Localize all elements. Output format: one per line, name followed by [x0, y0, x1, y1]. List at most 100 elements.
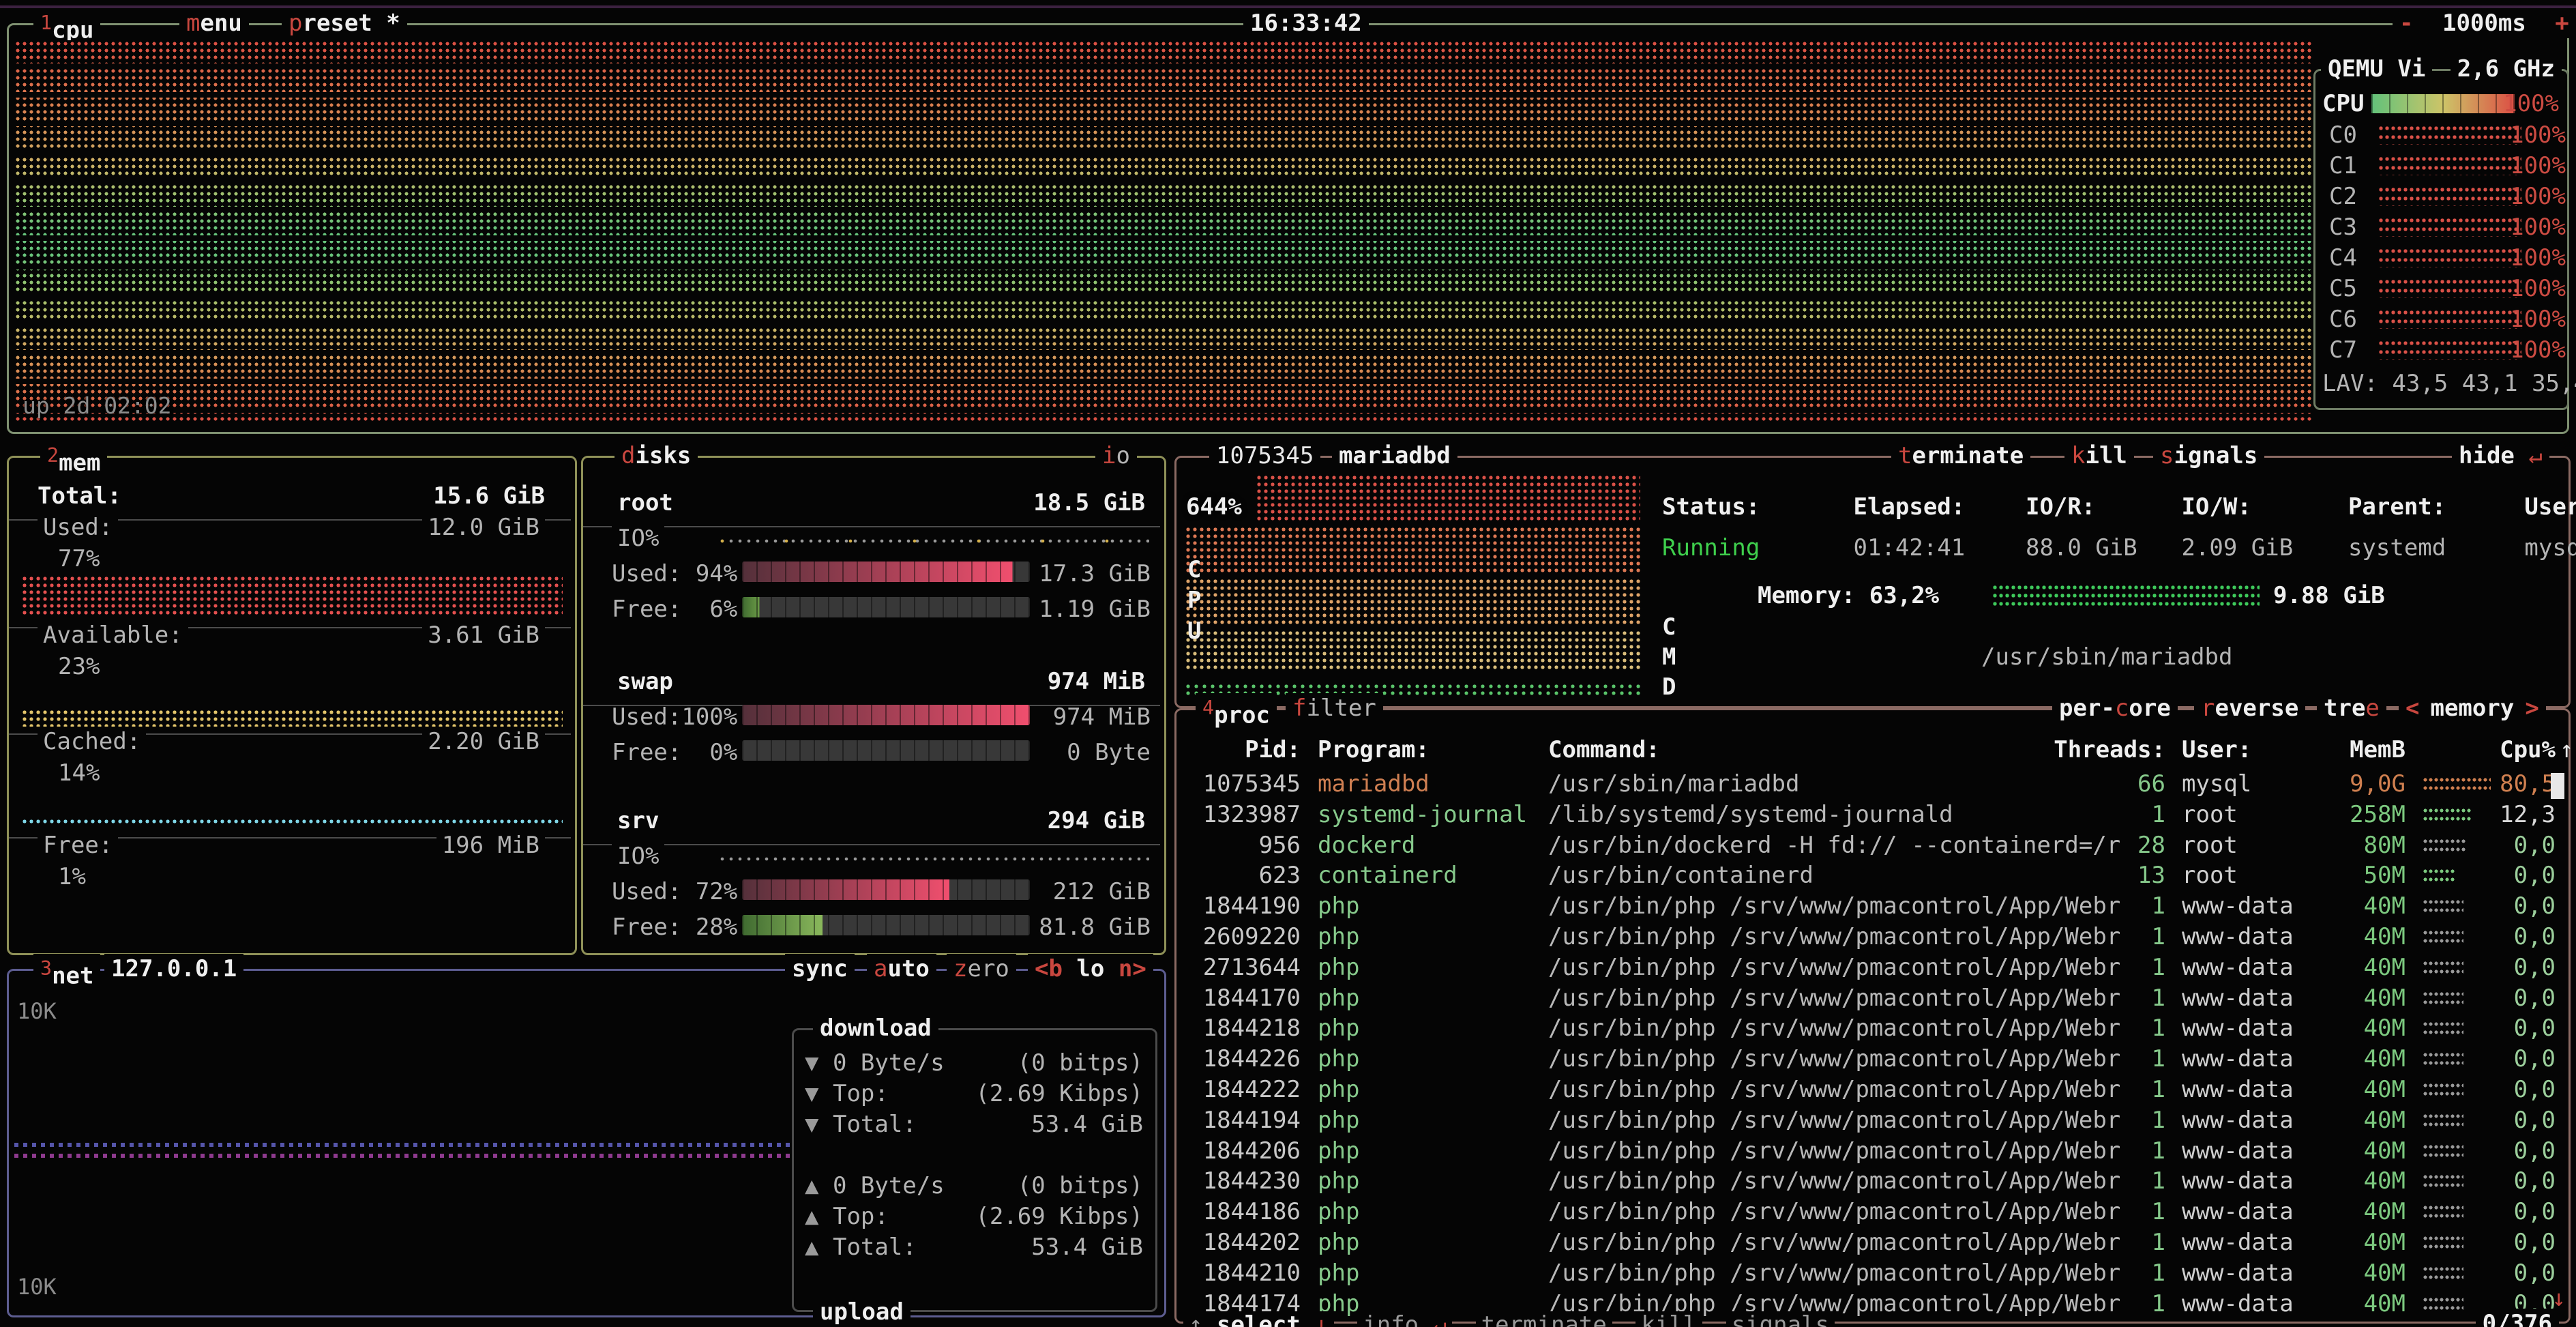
detail-graph-letter-c: C — [1187, 556, 1201, 583]
table-row[interactable]: 1844222 php /usr/bin/php /srv/www/pmacon… — [1185, 1075, 2560, 1105]
disks-io-toggle[interactable]: io — [1095, 441, 1137, 471]
menu-button[interactable]: menu — [179, 8, 249, 38]
table-row[interactable]: 1844202 php /usr/bin/php /srv/www/pmacon… — [1185, 1227, 2560, 1258]
upload-speed-icon: ▲ — [805, 1172, 818, 1199]
disk-root-free-value: 1.19 GiB — [1039, 596, 1151, 623]
col-mem[interactable]: MemB — [2290, 736, 2405, 763]
detail-field-user: User:mysql — [2524, 493, 2576, 562]
col-command[interactable]: Command: — [1548, 736, 1660, 763]
mem-box-title[interactable]: 2mem — [40, 441, 107, 478]
table-row[interactable]: 623 containerd /usr/bin/containerd 13 ro… — [1185, 860, 2560, 891]
scroll-up-icon[interactable]: ↑ — [2560, 736, 2573, 763]
cpu-core-row: C0 100% — [2329, 120, 2567, 151]
table-row[interactable]: 956 dockerd /usr/bin/dockerd -H fd:// --… — [1185, 830, 2560, 861]
proc-tree-button[interactable]: tree — [2317, 693, 2386, 723]
col-program[interactable]: Program: — [1318, 736, 1430, 763]
detail-kill-button[interactable]: kill — [2064, 441, 2134, 471]
kill-button[interactable]: kill — [1635, 1311, 1702, 1327]
disk-swap-name: swap — [612, 668, 679, 695]
select-control[interactable]: ↑ select ↓ — [1183, 1311, 1334, 1327]
detail-field-elapsed: Elapsed:01:42:41 — [1853, 493, 2011, 562]
proc-reverse-button[interactable]: reverse — [2194, 693, 2305, 723]
mem-total-value: 15.6 GiB — [433, 482, 545, 510]
cpu-mini-meter — [2423, 1236, 2463, 1252]
disks-box-title[interactable]: disks — [615, 441, 698, 471]
mem-used-value: 12.0 GiB — [422, 514, 545, 541]
table-row[interactable]: 1844230 php /usr/bin/php /srv/www/pmacon… — [1185, 1166, 2560, 1197]
mem-cached-label: Cached: — [38, 728, 146, 755]
download-total-label: Total: — [833, 1111, 917, 1138]
net-auto-button[interactable]: auto — [867, 954, 936, 984]
cpu-model: QEMU Vi — [2321, 54, 2432, 84]
cpu-uptime: up 2d 02:02 — [23, 392, 172, 419]
info-button[interactable]: info ↵ — [1357, 1311, 1452, 1327]
interval-decrease-button[interactable]: - — [2399, 10, 2413, 37]
disk-root-io-graph — [720, 538, 1149, 544]
core-meter — [2378, 218, 2521, 237]
detail-memory-value: 9.88 GiB — [2273, 582, 2385, 609]
net-interface[interactable]: 127.0.0.1 — [104, 954, 243, 984]
net-zero-button[interactable]: zero — [947, 954, 1016, 984]
disk-srv-name: srv — [612, 807, 664, 834]
detail-field-io-read: IO/R:88.0 GiB — [2026, 493, 2167, 562]
table-row[interactable]: 1075345 mariadbd /usr/sbin/mariadbd 66 m… — [1185, 769, 2560, 800]
cpu-core-row: C5 100% — [2329, 274, 2567, 304]
detail-pid: 1075345 — [1209, 441, 1320, 471]
col-cpu[interactable]: Cpu% — [2484, 736, 2556, 763]
cpu-core-row: C4 100% — [2329, 243, 2567, 274]
net-sync-button[interactable]: sync — [785, 954, 855, 984]
col-pid[interactable]: Pid: — [1185, 736, 1301, 763]
detail-hide-button[interactable]: hide ↵ — [2452, 441, 2549, 471]
mem-used-label: Used: — [38, 514, 118, 541]
detail-graph-letter-p: P — [1187, 587, 1201, 614]
terminate-button[interactable]: terminate — [1476, 1311, 1612, 1327]
disk-srv-used-label: Used: 72% — [612, 878, 737, 905]
detail-cmdline: /usr/sbin/mariadbd — [1981, 643, 2232, 671]
table-row[interactable]: 1844194 php /usr/bin/php /srv/www/pmacon… — [1185, 1105, 2560, 1136]
interval-increase-button[interactable]: + — [2555, 10, 2568, 37]
detail-field-io-write: IO/W:2.09 GiB — [2181, 493, 2334, 562]
update-interval: - 1000ms + — [2393, 8, 2576, 38]
table-row[interactable]: 2609220 php /usr/bin/php /srv/www/pmacon… — [1185, 922, 2560, 952]
download-total-icon: ▼ — [805, 1111, 818, 1138]
proc-table: 1075345 mariadbd /usr/sbin/mariadbd 66 m… — [1185, 769, 2560, 1319]
disk-srv-io-label: IO% — [612, 843, 664, 870]
table-row[interactable]: 1323987 systemd-journal /lib/systemd/sys… — [1185, 800, 2560, 830]
cpu-mini-meter — [2423, 1174, 2463, 1191]
preset-button[interactable]: preset * — [282, 8, 407, 38]
table-row[interactable]: 1844218 php /usr/bin/php /srv/www/pmacon… — [1185, 1013, 2560, 1044]
table-row[interactable]: 1844206 php /usr/bin/php /srv/www/pmacon… — [1185, 1136, 2560, 1167]
net-box-title[interactable]: 3net — [33, 954, 100, 991]
table-row[interactable]: 1844210 php /usr/bin/php /srv/www/pmacon… — [1185, 1258, 2560, 1289]
detail-terminate-button[interactable]: terminate — [1891, 441, 2030, 471]
cpu-total-meter — [2371, 94, 2515, 113]
upload-speed: 0 Byte/s — [833, 1172, 945, 1199]
proc-box-title[interactable]: 4proc — [1196, 693, 1277, 730]
core-meter — [2378, 340, 2521, 360]
signals-button[interactable]: signals — [1726, 1311, 1835, 1327]
proc-percore-button[interactable]: per-core — [2052, 693, 2178, 723]
detail-field-status: Status:Running — [1662, 493, 1839, 562]
table-row[interactable]: 2713644 php /usr/bin/php /srv/www/pmacon… — [1185, 952, 2560, 983]
net-scale-bottom: 10K — [17, 1274, 57, 1300]
table-row[interactable]: 1844186 php /usr/bin/php /srv/www/pmacon… — [1185, 1197, 2560, 1227]
process-detail-box: 1075345 mariadbd terminate kill signals … — [1174, 456, 2571, 708]
proc-filter-button[interactable]: filter — [1286, 693, 1383, 723]
table-row[interactable]: 1844226 php /usr/bin/php /srv/www/pmacon… — [1185, 1044, 2560, 1075]
disk-srv-used-value: 212 GiB — [1053, 878, 1151, 905]
disk-swap-free-label: Free: 0% — [612, 739, 737, 766]
col-user[interactable]: User: — [2182, 736, 2251, 763]
net-interface-cycle-button[interactable]: <b lo n> — [1028, 954, 1153, 984]
proc-sort-selector[interactable]: <memory> — [2399, 693, 2546, 723]
scrollbar-thumb[interactable] — [2551, 773, 2564, 799]
cpu-mini-meter — [2423, 930, 2463, 946]
cpu-core-row: C7 100% — [2329, 335, 2567, 366]
detail-signals-button[interactable]: signals — [2153, 441, 2264, 471]
table-row[interactable]: 1844170 php /usr/bin/php /srv/www/pmacon… — [1185, 983, 2560, 1014]
table-row[interactable]: 1844190 php /usr/bin/php /srv/www/pmacon… — [1185, 891, 2560, 922]
download-total-value: 53.4 GiB — [1031, 1111, 1143, 1138]
scroll-down-icon[interactable]: ↓ — [2552, 1285, 2566, 1312]
col-threads[interactable]: Threads: — [2030, 736, 2165, 763]
download-top-icon: ▼ — [805, 1080, 818, 1107]
detail-graph-letter-u: U — [1187, 617, 1201, 645]
